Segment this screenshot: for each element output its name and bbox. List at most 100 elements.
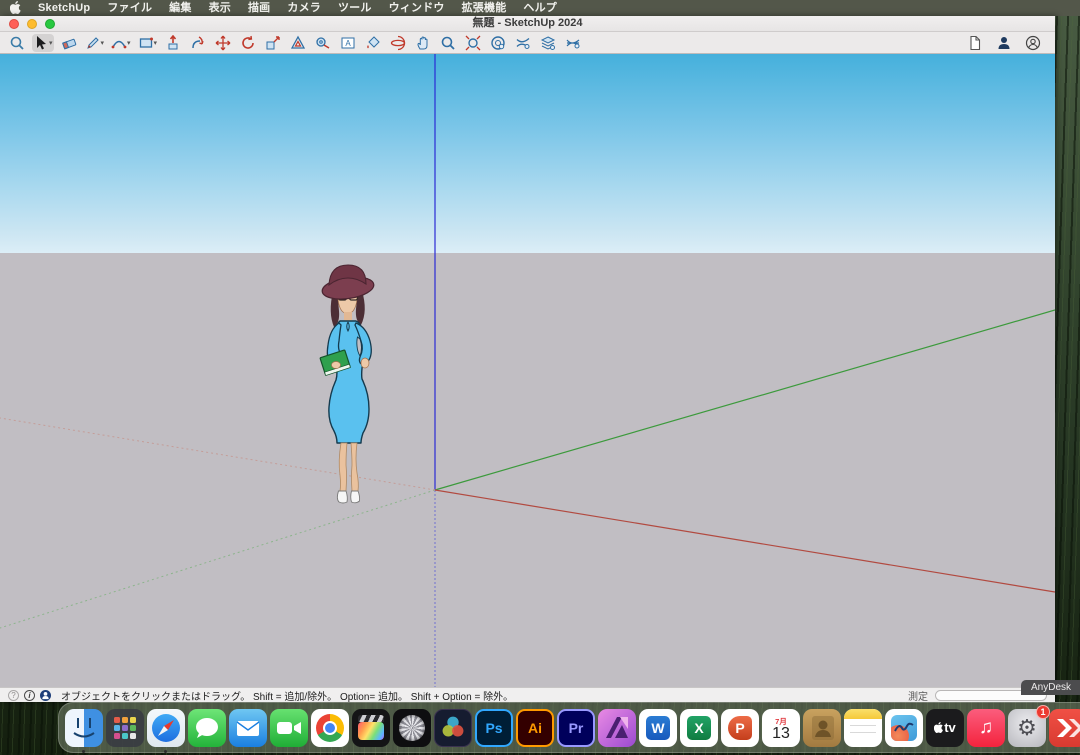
dock-davinci-resolve[interactable] [434,709,472,747]
dock-safari[interactable] [147,709,185,747]
tool-push-pull[interactable] [163,34,183,52]
dock-compressor[interactable] [393,709,431,747]
tv-label: tv [944,720,956,735]
final-cut-pro-icon [352,709,390,747]
menu-編集[interactable]: 編集 [169,0,191,16]
tool-select[interactable]: ▾ [32,34,54,52]
dock-mail[interactable] [229,709,267,747]
tool-sandbox-smoove[interactable] [563,34,583,52]
chevron-down-icon[interactable]: ▾ [154,39,158,47]
settings-badge: 1 [1036,705,1050,719]
dock-final-cut-pro[interactable] [352,709,390,747]
word-icon: W [639,709,677,747]
text-icon: A [340,35,356,51]
desktop: SketchUp ファイル 編集 表示 描画 カメラ ツール ウィンドウ 拡張機能ヘルプ 無題 … [0,0,1080,755]
dock-anydesk[interactable] [1049,709,1080,747]
tool-search[interactable] [7,34,27,52]
tool-offset[interactable] [288,34,308,52]
tool-zoom[interactable] [438,34,458,52]
menu-ツール[interactable]: ツール [338,0,372,16]
menu-ヘルプ[interactable]: ヘルプ [523,0,557,16]
tool-sandbox-from-scratch[interactable] [538,34,558,52]
sandbox-from-contours-icon [515,35,531,51]
tool-orbit[interactable] [388,34,408,52]
viewport-canvas[interactable] [0,54,1055,687]
gear-glyph: ⚙ [1017,715,1037,741]
menu-ファイル[interactable]: ファイル [107,0,152,16]
dock-powerpoint[interactable]: P [721,709,759,747]
calendar-day: 13 [772,726,790,742]
dock-music[interactable]: ♫ [967,709,1005,747]
search-icon [9,35,25,51]
account-button[interactable] [1024,34,1042,52]
sandbox-smoove-icon [565,35,581,51]
dock-apple-tv[interactable]: tv [926,709,964,747]
menu-描画[interactable]: 描画 [248,0,270,16]
chevron-down-icon[interactable]: ▾ [101,39,105,47]
dock-premiere-pro[interactable]: Pr [557,709,595,747]
tool-text[interactable]: A [338,34,358,52]
tool-scale[interactable] [263,34,283,52]
apple-menu-icon[interactable] [10,1,21,14]
dock-notes[interactable] [844,709,882,747]
dock-messages[interactable] [188,709,226,747]
dock-word[interactable]: W [639,709,677,747]
illustrator-icon: Ai [516,709,554,747]
powerpoint-label: P [728,716,752,740]
premiere-label: Pr [569,720,584,736]
title-bar[interactable]: 無題 - SketchUp 2024 [0,16,1055,32]
menu-カメラ[interactable]: カメラ [287,0,321,16]
instructor-icon[interactable] [40,690,51,701]
chevron-down-icon[interactable]: ▾ [127,39,131,47]
menu-ウィンドウ[interactable]: ウィンドウ [389,0,445,16]
tool-zoom-extents[interactable] [463,34,483,52]
scale-figure-person[interactable] [303,261,395,509]
tool-eraser[interactable] [59,34,79,52]
help-icon[interactable]: ? [8,690,19,701]
affinity-icon [598,709,636,747]
paint-bucket-icon [365,35,381,51]
dock-finder[interactable] [65,709,103,747]
dock-system-settings[interactable]: ⚙ 1 [1008,709,1046,747]
dock-whiteboard[interactable] [885,709,923,747]
dock-photoshop[interactable]: Ps [475,709,513,747]
scale-icon [265,35,281,51]
info-icon[interactable]: i [24,690,35,701]
sign-in-button[interactable] [995,34,1013,52]
chrome-icon [311,709,349,747]
menu-SketchUp[interactable]: SketchUp [38,0,90,16]
premiere-pro-icon: Pr [557,709,595,747]
tool-follow-me[interactable] [188,34,208,52]
tool-sandbox-from-contours[interactable] [513,34,533,52]
tool-rotate[interactable] [238,34,258,52]
apple-tv-icon: tv [926,709,964,747]
dock-chrome[interactable] [311,709,349,747]
dock-calendar[interactable]: 7月 13 [762,709,800,747]
dock-affinity[interactable] [598,709,636,747]
dock-illustrator[interactable]: Ai [516,709,554,747]
dock-facetime[interactable] [270,709,308,747]
tool-line[interactable]: ▾ [84,34,106,52]
tool-move[interactable] [213,34,233,52]
tool-arc[interactable]: ▾ [110,34,132,52]
tool-pan[interactable] [413,34,433,52]
contacts-icon [803,709,841,747]
tool-paint-bucket[interactable] [363,34,383,52]
tool-geo-location[interactable] [488,34,508,52]
facetime-icon [270,709,308,747]
menu-拡張機能[interactable]: 拡張機能 [462,0,507,16]
document-button[interactable] [966,34,984,52]
move-icon [215,35,231,51]
dock-launchpad[interactable] [106,709,144,747]
menu-表示[interactable]: 表示 [209,0,231,16]
tool-rectangle[interactable]: ▾ [137,34,159,52]
dock-excel[interactable]: X [680,709,718,747]
svg-text:A: A [345,39,351,48]
notes-icon [844,709,882,747]
launchpad-icon [106,709,144,747]
zoom-extents-icon [465,35,481,51]
chevron-down-icon[interactable]: ▾ [49,39,53,47]
dock-contacts[interactable] [803,709,841,747]
finder-icon [65,709,103,747]
tool-tape-measure[interactable] [313,34,333,52]
